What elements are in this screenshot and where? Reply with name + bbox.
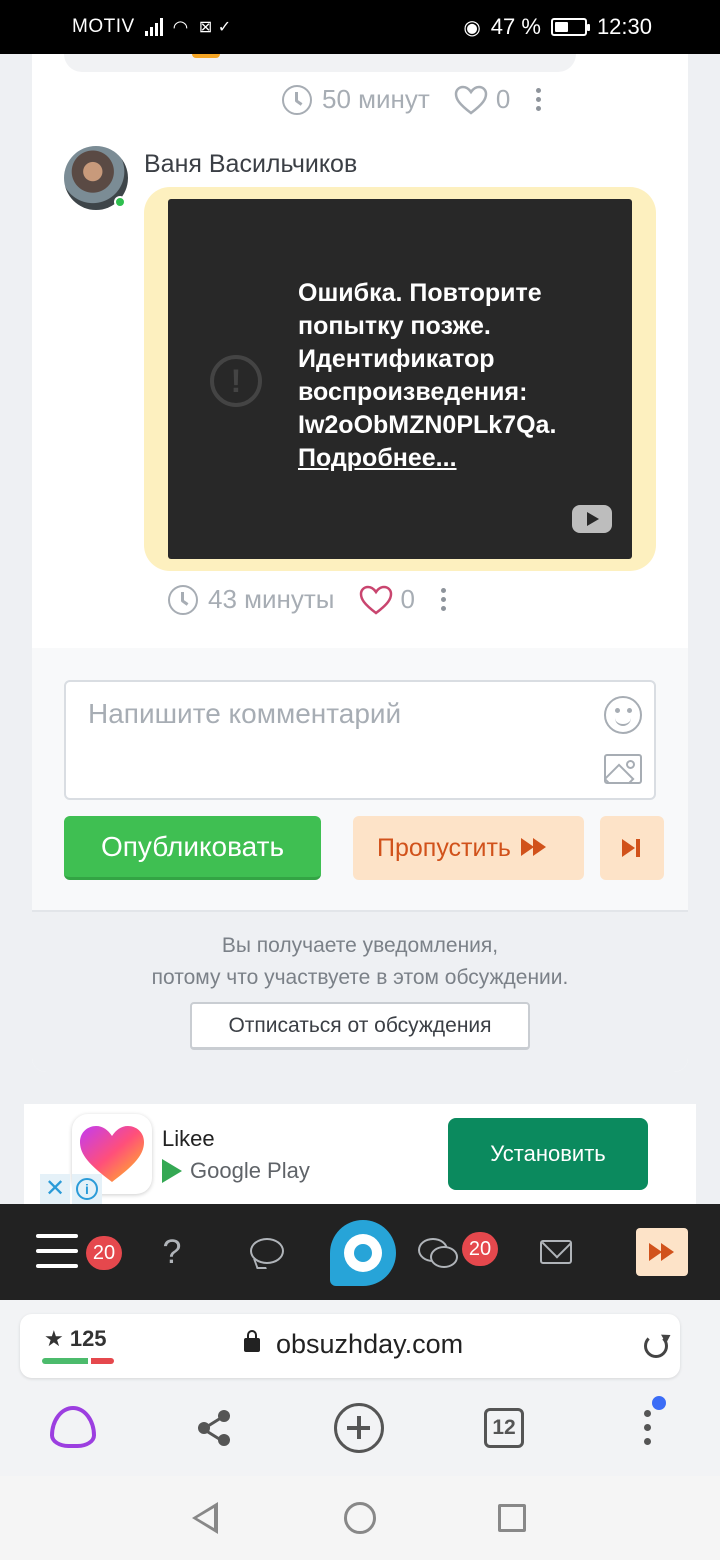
- new-tab-icon[interactable]: [334, 1403, 384, 1453]
- chats-icon[interactable]: [418, 1238, 458, 1268]
- menu-badge: 20: [86, 1236, 122, 1270]
- lock-icon[interactable]: [244, 1330, 260, 1352]
- message-time: 50 минут: [322, 84, 430, 114]
- like-count: 0: [400, 584, 415, 614]
- carrier-name: MOTIV: [72, 16, 135, 37]
- mail-icon[interactable]: [540, 1240, 572, 1264]
- author-name[interactable]: Ваня Васильчиков: [144, 150, 357, 179]
- ad-app-name: Likee: [162, 1126, 215, 1151]
- notice-line-1: Вы получаете уведомления,: [221, 934, 499, 957]
- android-nav-bar: [0, 1476, 720, 1560]
- like-heart-icon[interactable]: [359, 585, 393, 615]
- ad-banner[interactable]: Likee Google Play Установить ✕ i: [24, 1104, 696, 1204]
- skip-to-end-button[interactable]: [600, 816, 664, 880]
- skip-button[interactable]: Пропустить: [353, 816, 584, 880]
- like-count: 0: [495, 84, 511, 114]
- menu-icon[interactable]: [36, 1234, 78, 1268]
- recent-apps-icon[interactable]: [498, 1504, 526, 1532]
- notification-notice: Вы получаете уведомления, потому что уча…: [32, 910, 688, 1072]
- clock-icon: [282, 84, 312, 115]
- rating-bar: [42, 1358, 114, 1364]
- ad-close-icon[interactable]: ✕: [40, 1174, 70, 1204]
- more-info-link[interactable]: Подробнее...: [298, 442, 618, 475]
- tabs-counter-icon[interactable]: 12: [484, 1408, 524, 1448]
- publish-button[interactable]: Опубликовать: [64, 816, 321, 880]
- like-heart-icon[interactable]: [454, 85, 488, 115]
- site-bottom-nav: 20 ? 20: [0, 1204, 720, 1300]
- more-options-icon[interactable]: [536, 88, 542, 111]
- more-options-icon[interactable]: [440, 588, 446, 611]
- reload-icon[interactable]: [644, 1334, 668, 1358]
- fast-forward-icon: [520, 838, 547, 857]
- signal-icon: [144, 18, 163, 36]
- image-upload-icon[interactable]: [604, 754, 642, 784]
- site-rating[interactable]: ★ 125: [44, 1326, 107, 1352]
- avatar[interactable]: [64, 146, 128, 210]
- help-icon[interactable]: ?: [158, 1232, 186, 1272]
- wifi-icon: ◠: [172, 16, 189, 37]
- youtube-player[interactable]: ! Ошибка. Повторите попытку позже. Идент…: [168, 199, 632, 559]
- comment-input[interactable]: Напишите комментарий: [64, 680, 656, 800]
- message-time: 43 минуты: [208, 584, 335, 614]
- ad-info-icon[interactable]: i: [72, 1174, 102, 1204]
- error-icon: !: [210, 355, 262, 407]
- battery-icon: [550, 18, 590, 36]
- url-domain[interactable]: obsuzhday.com: [276, 1329, 463, 1360]
- message-meta: 43 минуты 0: [168, 584, 446, 615]
- skip-nav-button[interactable]: [636, 1228, 688, 1276]
- home-icon[interactable]: [344, 1502, 376, 1534]
- clock-time: 12:30: [596, 14, 652, 39]
- comment-placeholder: Напишите комментарий: [88, 698, 402, 729]
- discussion-card: 50 минут 0 Ваня Васильчиков ! Ошибка. По…: [32, 54, 688, 1072]
- status-bar: MOTIV ◠ ⊠ ✓ ◉ 47 % 12:30: [0, 0, 720, 54]
- ad-store: Google Play: [162, 1158, 310, 1184]
- back-icon[interactable]: [192, 1502, 218, 1534]
- online-indicator: [114, 196, 126, 208]
- comment-form: Напишите комментарий Опубликовать Пропус…: [32, 648, 688, 910]
- google-play-icon: [162, 1159, 182, 1183]
- install-button[interactable]: Установить: [448, 1118, 648, 1190]
- emoji-icon[interactable]: [604, 696, 642, 734]
- battery-percent: 47 %: [490, 14, 541, 39]
- notification-dot: [652, 1396, 666, 1410]
- previous-message-bubble: [64, 54, 576, 72]
- youtube-logo-icon[interactable]: [572, 505, 612, 533]
- eye-comfort-icon: ◉: [463, 16, 481, 39]
- chat-icon[interactable]: [250, 1238, 284, 1264]
- fast-forward-icon: [649, 1243, 675, 1261]
- alice-assistant-icon[interactable]: [50, 1406, 96, 1448]
- browser-menu-icon[interactable]: [644, 1410, 651, 1445]
- clock-icon: [168, 584, 198, 615]
- share-icon[interactable]: [198, 1410, 232, 1446]
- unsubscribe-button[interactable]: Отписаться от обсуждения: [190, 1002, 530, 1050]
- video-error-message: Ошибка. Повторите попытку позже. Идентиф…: [298, 277, 618, 475]
- previous-message-meta: 50 минут 0: [282, 84, 542, 115]
- home-logo-icon[interactable]: [330, 1220, 396, 1286]
- browser-toolbar: ★ 125 obsuzhday.com 12: [0, 1300, 720, 1476]
- skip-next-icon: [622, 839, 635, 857]
- chats-badge: 20: [462, 1232, 498, 1266]
- skip-label: Пропустить: [377, 834, 511, 862]
- address-bar[interactable]: ★ 125 obsuzhday.com: [20, 1314, 680, 1378]
- message-bubble: ! Ошибка. Повторите попытку позже. Идент…: [144, 187, 656, 571]
- notification-icons: ⊠ ✓: [198, 19, 232, 36]
- notice-line-2: потому что участвуете в этом обсуждении.: [151, 966, 569, 989]
